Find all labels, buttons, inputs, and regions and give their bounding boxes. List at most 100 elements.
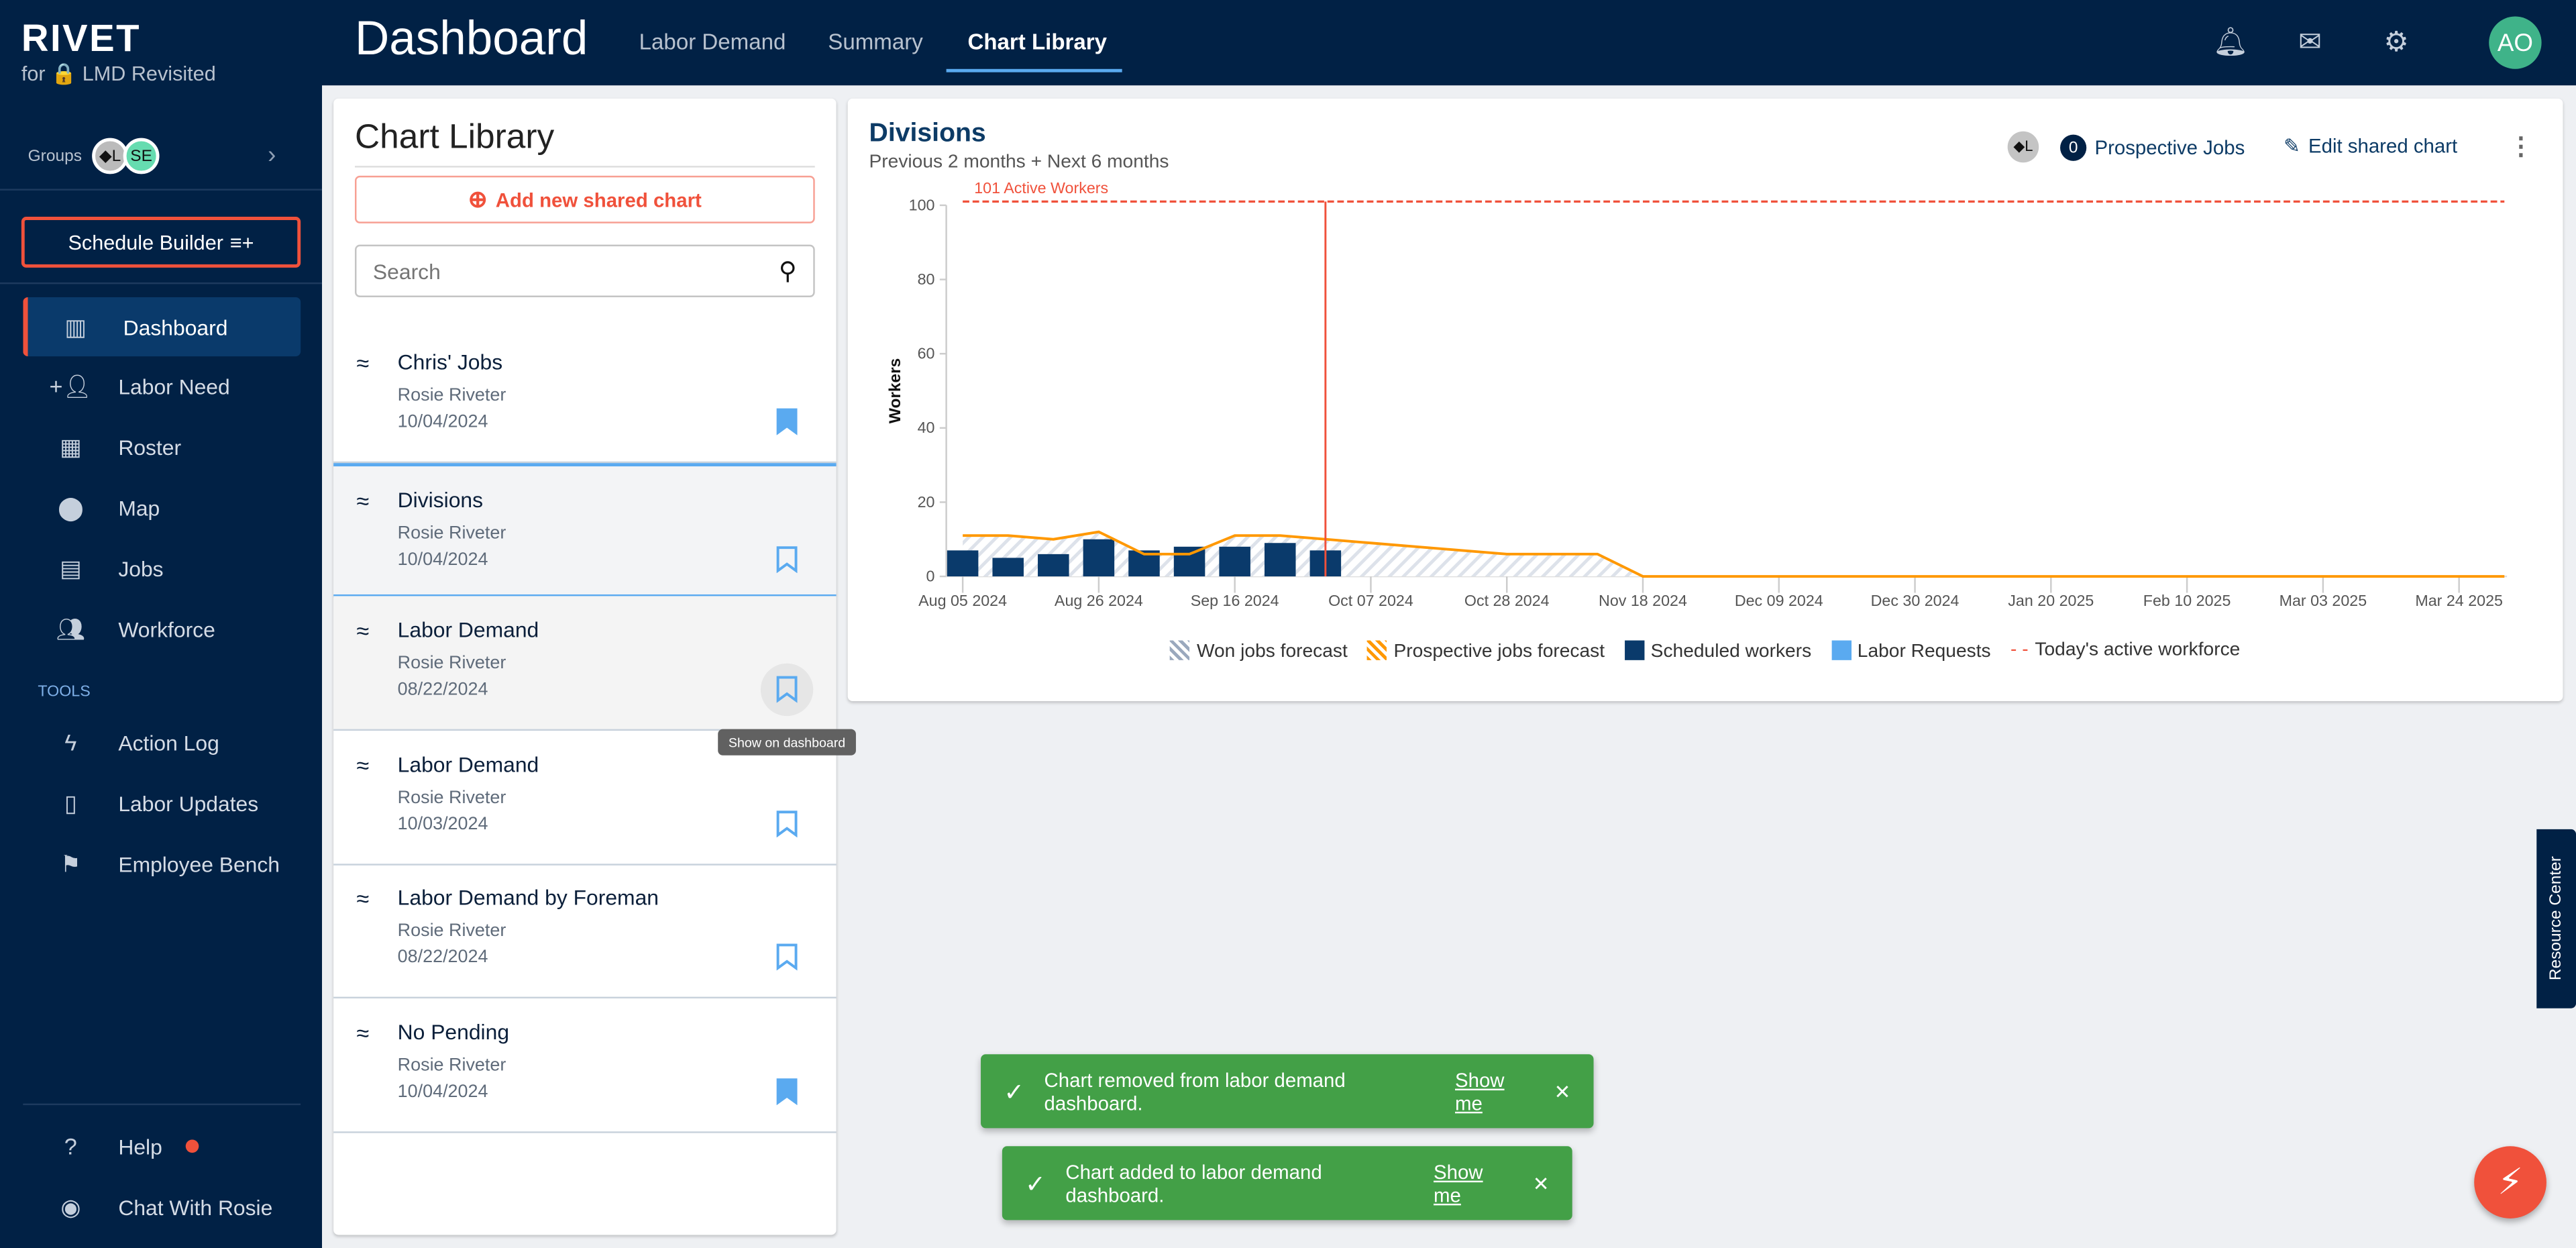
x-tick-label: Dec 09 2024	[1735, 592, 1823, 609]
sidebar-item-employee-bench[interactable]: ⚑ Employee Bench	[23, 834, 301, 893]
divider	[0, 282, 323, 284]
chart-line-icon: ≈	[356, 617, 370, 644]
chart-list-item[interactable]: ≈ Labor Demand by Foreman Rosie Riveter …	[333, 864, 837, 999]
sidebar-item-label: Labor Updates	[118, 790, 259, 816]
y-tick-label: 0	[926, 567, 935, 584]
people-icon: 👥︎	[56, 615, 86, 641]
sidebar-item-label: Action Log	[118, 729, 219, 755]
x-tick-label: Aug 05 2024	[918, 592, 1007, 609]
legend-won-jobs[interactable]: Won jobs forecast	[1170, 640, 1348, 662]
legend-labor-requests[interactable]: Labor Requests	[1831, 640, 1991, 662]
sidebar-item-labor-need[interactable]: +👤︎ Labor Need	[23, 358, 301, 417]
close-icon[interactable]: ✕	[1533, 1172, 1550, 1194]
chart-list-item[interactable]: ≈ Chris' Jobs Rosie Riveter 10/04/2024	[333, 328, 837, 464]
toast-added: ✓ Chart added to labor demand dashboard. S…	[1002, 1146, 1572, 1220]
divider	[0, 189, 323, 191]
chart-date: 10/03/2024	[397, 814, 488, 835]
bookmark-icon[interactable]	[775, 810, 798, 838]
sidebar-item-label: Help	[118, 1133, 162, 1159]
mail-icon[interactable]: ✉	[2298, 26, 2322, 59]
sidebar-item-label: Employee Bench	[118, 851, 280, 876]
sidebar-item-dashboard[interactable]: ▥ Dashboard	[23, 297, 301, 357]
tab-summary[interactable]: Summary	[828, 30, 922, 54]
scheduled-workers-bar	[1083, 539, 1115, 577]
y-axis-label: Workers	[886, 358, 904, 423]
sidebar-item-workforce[interactable]: 👥︎ Workforce	[23, 599, 301, 658]
map-pin-icon: ⬤	[58, 494, 84, 521]
schedule-builder-button[interactable]: Schedule Builder ≡+	[21, 217, 301, 268]
sidebar-item-jobs[interactable]: ▤ Jobs	[23, 539, 301, 598]
x-tick-label: Mar 24 2025	[2415, 592, 2503, 609]
resource-center-tab[interactable]: Resource Center	[2536, 829, 2576, 1008]
tooltip: Show on dashboard	[718, 729, 856, 756]
sidebar-item-label: Roster	[118, 435, 182, 460]
x-tick-label: Aug 26 2024	[1055, 592, 1143, 609]
legend-scheduled-workers[interactable]: Scheduled workers	[1624, 640, 1811, 662]
active-tab-indicator	[946, 68, 1122, 72]
sidebar-item-action-log[interactable]: ϟ Action Log	[23, 713, 301, 772]
chart-owner: Rosie Riveter	[397, 1055, 506, 1076]
sidebar-item-chat-with-rosie[interactable]: ◉ Chat With Rosie	[23, 1178, 301, 1237]
legend-prospective-jobs[interactable]: Prospective jobs forecast	[1367, 640, 1605, 662]
chart-list-item[interactable]: ≈ Divisions Rosie Riveter 10/04/2024	[333, 463, 837, 598]
quick-action-button[interactable]: ⚡︎	[2474, 1146, 2546, 1218]
sidebar-item-label: Map	[118, 495, 160, 521]
chart-name: No Pending	[397, 1019, 510, 1045]
sidebar-item-label: Labor Need	[118, 374, 230, 400]
bolt-icon: ⚡︎	[2498, 1161, 2523, 1202]
add-shared-chart-button[interactable]: ⊕ Add new shared chart	[354, 175, 815, 223]
scheduled-workers-bar	[1219, 546, 1250, 577]
toast-text: Chart removed from labor demand dashboar…	[1044, 1068, 1346, 1114]
chart-list-item[interactable]: ≈ Labor Demand Rosie Riveter 08/22/2024	[333, 596, 837, 731]
help-notification-dot	[185, 1139, 199, 1153]
close-icon[interactable]: ✕	[1554, 1080, 1571, 1102]
sidebar-item-label: Chat With Rosie	[118, 1194, 273, 1220]
tools-heading: TOOLS	[38, 683, 91, 702]
sidebar: RIVET for 🔒 LMD Revisited Groups ◆L SE ›…	[0, 0, 323, 1248]
chevron-right-icon[interactable]: ›	[268, 141, 276, 169]
chart-line-icon: ≈	[356, 350, 370, 376]
chart-name: Labor Demand	[397, 751, 539, 777]
radio-icon: ▯	[64, 788, 77, 816]
tab-chart-library[interactable]: Chart Library	[967, 30, 1107, 54]
legend-active-workforce[interactable]: - - Today's active workforce	[2010, 640, 2240, 662]
avatar[interactable]: AO	[2489, 16, 2542, 69]
groups-label: Groups	[28, 148, 82, 166]
show-me-link[interactable]: Show me	[1455, 1068, 1534, 1114]
bookmark-icon[interactable]	[775, 407, 798, 435]
chart-owner: Rosie Riveter	[397, 654, 506, 674]
chart-date: 10/04/2024	[397, 412, 488, 432]
bar-chart-icon: ▥	[64, 313, 87, 340]
search-field[interactable]: ⚲	[354, 244, 815, 297]
search-icon[interactable]: ⚲	[779, 256, 797, 286]
search-input[interactable]	[372, 258, 735, 284]
chart-card: Divisions Previous 2 months + Next 6 mon…	[847, 98, 2563, 702]
chart-library-title: Chart Library	[354, 118, 555, 156]
building-icon: ▤	[60, 554, 82, 581]
sidebar-item-roster[interactable]: ▦ Roster	[23, 418, 301, 477]
x-tick-label: Oct 28 2024	[1464, 592, 1550, 609]
show-me-link[interactable]: Show me	[1434, 1160, 1513, 1206]
bolt-icon: ϟ	[64, 729, 77, 756]
bookmark-icon[interactable]	[775, 1077, 798, 1106]
chart-owner: Rosie Riveter	[397, 523, 506, 544]
check-icon: ✓	[1004, 1078, 1025, 1106]
chart-name: Chris' Jobs	[397, 350, 503, 375]
sidebar-item-map[interactable]: ⬤ Map	[23, 478, 301, 537]
chart-date: 08/22/2024	[397, 680, 488, 700]
gear-icon[interactable]: ⚙	[2383, 26, 2408, 59]
sidebar-item-labor-updates[interactable]: ▯ Labor Updates	[23, 774, 301, 833]
page-title: Dashboard	[354, 13, 588, 66]
chart-list-item[interactable]: ≈ No Pending Rosie Riveter 10/04/2024	[333, 998, 837, 1133]
bookmark-icon[interactable]	[775, 943, 798, 971]
chart-library-panel: Chart Library ⊕ Add new shared chart ⚲ ≈ …	[333, 98, 837, 1235]
toast-text: Chart added to labor demand dashboard.	[1065, 1160, 1322, 1206]
tab-labor-demand[interactable]: Labor Demand	[639, 30, 786, 54]
bell-icon[interactable]: 🔔︎	[2213, 26, 2249, 59]
sidebar-item-help[interactable]: ? Help	[23, 1116, 301, 1176]
bookmark-icon[interactable]	[775, 675, 798, 703]
scheduled-workers-bar	[992, 558, 1024, 577]
group-chip[interactable]: SE	[123, 138, 160, 174]
bookmark-icon[interactable]	[775, 545, 798, 574]
active-workforce-annotation: 101 Active Workers	[974, 179, 1108, 197]
